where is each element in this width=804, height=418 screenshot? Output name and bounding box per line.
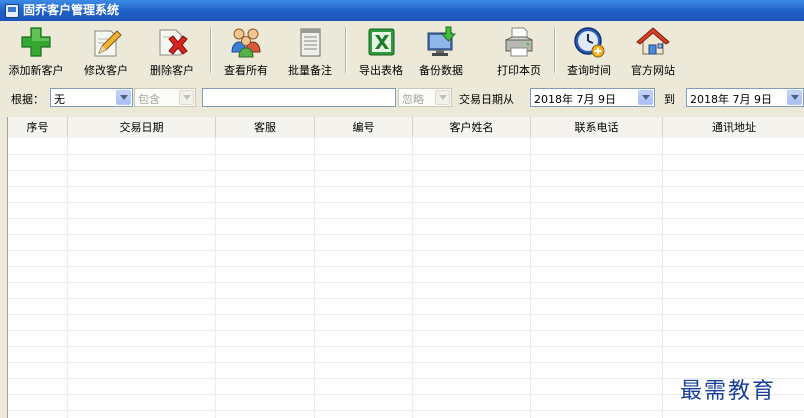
chevron-down-icon[interactable] xyxy=(116,90,131,105)
delete-x-icon xyxy=(159,29,188,56)
match-mode-select[interactable]: 包含 xyxy=(134,88,196,107)
official-site-label: 官方网站 xyxy=(631,64,675,77)
home-icon xyxy=(636,27,670,55)
toolbar: 添加新客户 修改客户 删除客户 查看所有 批量备注 导出表格 备份数据 打印本页… xyxy=(0,21,804,79)
chevron-down-icon[interactable] xyxy=(638,90,653,105)
column-divider xyxy=(314,138,315,418)
filter-field-select[interactable]: 无 xyxy=(50,88,133,107)
match-mode-value: 包含 xyxy=(138,93,160,106)
row-gridline xyxy=(8,170,804,171)
add-plus-icon xyxy=(21,27,51,57)
column-header-address[interactable]: 通讯地址 xyxy=(663,117,804,138)
notepad-icon xyxy=(300,28,321,57)
edit-customer-label: 修改客户 xyxy=(84,64,128,77)
column-divider xyxy=(412,138,413,418)
row-gridline xyxy=(8,298,804,299)
column-header-index[interactable]: 序号 xyxy=(8,117,68,138)
column-divider xyxy=(662,138,663,418)
watermark-text: 最需教育 xyxy=(680,379,777,404)
date-from-picker[interactable]: 2018年 7月 9日 xyxy=(530,88,655,107)
add-customer-button[interactable]: 添加新客户 xyxy=(2,23,70,77)
view-all-label: 查看所有 xyxy=(224,64,268,77)
date-to-label: 到 xyxy=(664,93,675,106)
chevron-down-icon[interactable] xyxy=(179,90,194,105)
column-header-number[interactable]: 编号 xyxy=(315,117,413,138)
official-site-button[interactable]: 官方网站 xyxy=(624,23,682,77)
title-bar: 固乔客户管理系统 xyxy=(0,0,804,21)
chevron-down-icon[interactable] xyxy=(787,90,802,105)
row-gridline xyxy=(8,410,804,411)
column-header-phone[interactable]: 联系电话 xyxy=(531,117,663,138)
toolbar-separator xyxy=(554,27,556,73)
add-customer-label: 添加新客户 xyxy=(8,64,64,77)
table-header: 序号 交易日期 客服 编号 客户姓名 联系电话 通讯地址 xyxy=(8,117,804,138)
row-gridline xyxy=(8,314,804,315)
edit-customer-button[interactable]: 修改客户 xyxy=(76,23,136,77)
users-group-icon xyxy=(231,28,261,58)
window-title: 固乔客户管理系统 xyxy=(23,3,120,17)
column-divider xyxy=(67,138,68,418)
date-to-value: 2018年 7月 9日 xyxy=(690,93,772,106)
keyword-input[interactable] xyxy=(202,88,396,107)
date-mode-value: 忽略 xyxy=(402,93,424,106)
view-all-button[interactable]: 查看所有 xyxy=(216,23,276,77)
export-table-button[interactable]: 导出表格 xyxy=(350,23,412,77)
excel-icon xyxy=(368,28,395,56)
row-gridline xyxy=(8,282,804,283)
backup-data-label: 备份数据 xyxy=(419,64,463,77)
row-gridline xyxy=(8,234,804,235)
toolbar-separator xyxy=(210,27,212,73)
export-table-label: 导出表格 xyxy=(359,64,403,77)
print-page-button[interactable]: 打印本页 xyxy=(490,23,548,77)
edit-pencil-icon xyxy=(94,30,122,57)
query-time-button[interactable]: 查询时间 xyxy=(560,23,618,77)
filter-field-value: 无 xyxy=(54,93,65,106)
clock-icon xyxy=(574,27,605,58)
print-page-label: 打印本页 xyxy=(497,64,541,77)
row-gridline xyxy=(8,330,804,331)
date-from-label: 交易日期从 xyxy=(459,93,514,106)
column-header-customer-name[interactable]: 客户姓名 xyxy=(413,117,531,138)
column-header-service-rep[interactable]: 客服 xyxy=(216,117,315,138)
row-gridline xyxy=(8,346,804,347)
chevron-down-icon[interactable] xyxy=(435,90,450,105)
column-header-trade-date[interactable]: 交易日期 xyxy=(68,117,216,138)
printer-icon xyxy=(505,27,533,57)
row-gridline xyxy=(8,266,804,267)
delete-customer-button[interactable]: 删除客户 xyxy=(142,23,202,77)
toolbar-separator xyxy=(345,27,347,73)
backup-data-button[interactable]: 备份数据 xyxy=(412,23,470,77)
column-divider xyxy=(530,138,531,418)
backup-monitor-icon xyxy=(427,26,457,56)
app-icon xyxy=(5,4,19,18)
filter-by-label: 根据： xyxy=(11,93,44,106)
row-gridline xyxy=(8,202,804,203)
column-divider xyxy=(215,138,216,418)
batch-remark-label: 批量备注 xyxy=(288,64,332,77)
date-from-value: 2018年 7月 9日 xyxy=(534,93,616,106)
row-gridline xyxy=(8,250,804,251)
date-to-picker[interactable]: 2018年 7月 9日 xyxy=(686,88,804,107)
date-mode-select[interactable]: 忽略 xyxy=(398,88,452,107)
delete-customer-label: 删除客户 xyxy=(150,64,194,77)
row-gridline xyxy=(8,154,804,155)
filter-bar: 根据： 无 包含 忽略 交易日期从 2018年 7月 9日 到 2018年 7月… xyxy=(0,83,804,113)
row-gridline xyxy=(8,362,804,363)
query-time-label: 查询时间 xyxy=(567,64,611,77)
batch-remark-button[interactable]: 批量备注 xyxy=(280,23,340,77)
row-gridline xyxy=(8,218,804,219)
row-gridline xyxy=(8,186,804,187)
